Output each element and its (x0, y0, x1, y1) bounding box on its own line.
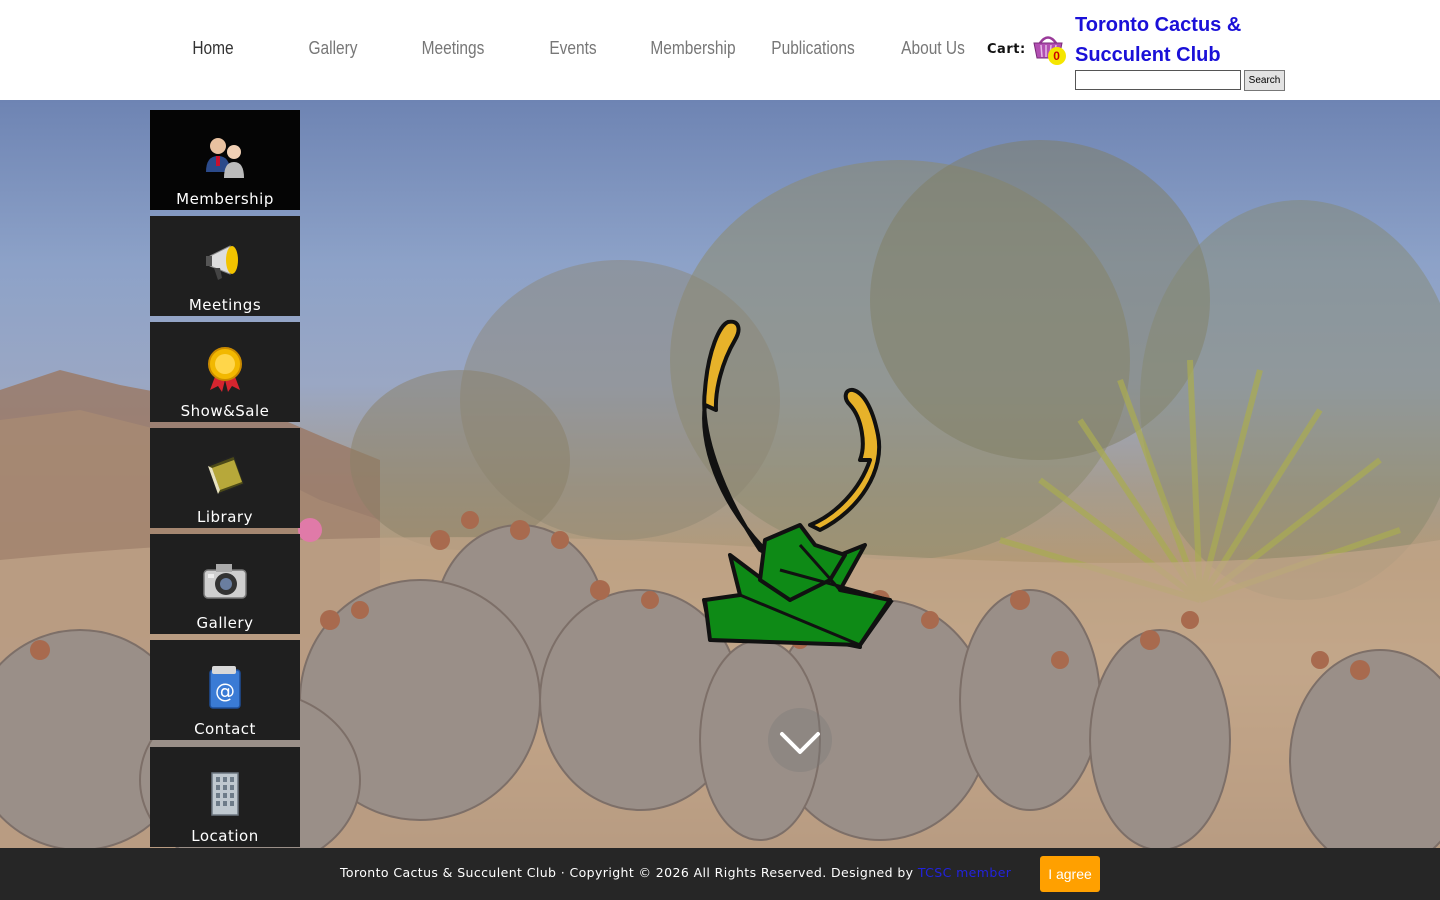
nav-publications[interactable]: Publications (761, 30, 864, 66)
side-item-membership[interactable]: Membership (150, 110, 300, 210)
nav-home[interactable]: Home (161, 30, 264, 66)
chevron-down-icon (780, 732, 820, 754)
side-item-library[interactable]: Library (150, 428, 300, 528)
megaphone-icon (206, 245, 238, 280)
users-icon (206, 138, 244, 178)
side-item-label: Library (197, 508, 253, 526)
nav-meetings[interactable]: Meetings (401, 30, 504, 66)
side-item-show-sale[interactable]: Show&Sale (150, 322, 300, 422)
search-form: Search (1075, 70, 1285, 91)
side-item-gallery[interactable]: Gallery (150, 534, 300, 634)
site-brand[interactable]: Toronto Cactus & Succulent Club (1075, 10, 1275, 70)
side-item-meetings[interactable]: Meetings (150, 216, 300, 316)
nav-membership[interactable]: Membership (641, 30, 744, 66)
svg-text:@: @ (215, 679, 235, 703)
basket-icon[interactable]: 0 (1031, 30, 1066, 65)
camera-icon (203, 564, 247, 599)
cart-label: Cart: (987, 41, 1026, 57)
footer-copyright-text: Toronto Cactus & Succulent Club · Copyri… (340, 865, 914, 880)
side-item-label: Gallery (196, 614, 254, 632)
book-icon (207, 455, 245, 495)
site-header: Home Gallery Meetings Events Membership … (0, 0, 1440, 100)
side-item-label: Contact (194, 720, 256, 738)
medal-icon (208, 347, 242, 392)
cart[interactable]: Cart: 0 (987, 34, 1066, 65)
search-input[interactable] (1075, 70, 1241, 90)
side-item-label: Location (191, 827, 259, 845)
nav-events[interactable]: Events (521, 30, 624, 66)
side-item-contact[interactable]: @ Contact (150, 640, 300, 740)
footer-designer-link[interactable]: TCSC member (918, 865, 1011, 880)
side-item-label: Meetings (188, 296, 262, 314)
side-item-label: Show&Sale (180, 402, 270, 420)
footer-copyright: Toronto Cactus & Succulent Club · Copyri… (340, 865, 1011, 880)
cart-count-badge: 0 (1047, 47, 1066, 65)
nav-about-us[interactable]: About Us (881, 30, 984, 66)
brand-line-1: Toronto Cactus & (1075, 14, 1242, 36)
side-item-location[interactable]: Location (150, 747, 300, 847)
scroll-down-button[interactable] (768, 708, 832, 772)
main-nav: Home Gallery Meetings Events Membership … (153, 30, 993, 66)
nav-gallery[interactable]: Gallery (281, 30, 384, 66)
side-item-label: Membership (176, 190, 274, 208)
building-icon (211, 772, 239, 816)
email-icon: @ (209, 666, 241, 709)
agree-button[interactable]: I agree (1040, 856, 1100, 892)
brand-line-2: Succulent Club (1075, 44, 1221, 66)
footer-bar: Toronto Cactus & Succulent Club · Copyri… (0, 848, 1440, 900)
search-button[interactable]: Search (1244, 70, 1285, 91)
